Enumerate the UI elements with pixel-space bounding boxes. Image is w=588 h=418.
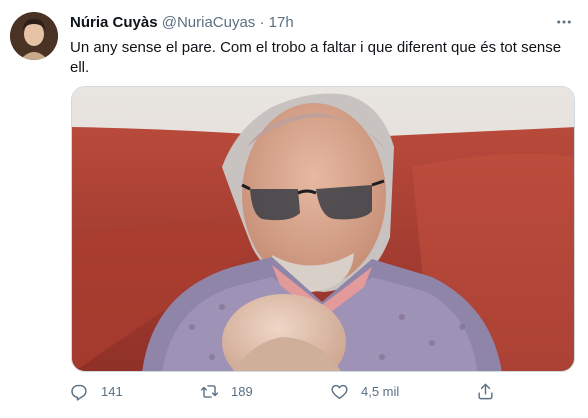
like-button[interactable]: 4,5 mil [330,382,399,401]
like-count: 4,5 mil [361,384,400,399]
tweet-header: Núria Cuyàs @NuriaCuyas · 17h [70,14,294,31]
tweet-timestamp[interactable]: 17h [269,14,294,31]
more-options-button[interactable] [552,10,576,34]
author-display-name[interactable]: Núria Cuyàs [70,14,158,31]
author-handle[interactable]: @NuriaCuyas [162,14,256,31]
share-icon [478,383,493,400]
retweet-count: 189 [231,384,253,399]
reply-icon [71,384,87,401]
avatar-image [10,12,58,60]
tweet: Núria Cuyàs @NuriaCuyas · 17h Un any sen… [0,0,588,418]
header-separator: · [259,14,265,31]
reply-count: 141 [101,384,123,399]
author-avatar[interactable] [10,12,58,60]
more-icon [557,20,571,24]
share-button[interactable] [476,382,495,401]
heart-icon [331,384,348,399]
retweet-icon [200,385,219,398]
tweet-photo[interactable] [71,86,575,372]
tweet-text: Un any sense el pare. Com el trobo a fal… [70,39,562,76]
tweet-actions: 141 189 4,5 mil [70,382,570,406]
photo-image [72,87,574,371]
reply-button[interactable]: 141 [70,382,123,401]
retweet-button[interactable]: 189 [200,382,253,401]
